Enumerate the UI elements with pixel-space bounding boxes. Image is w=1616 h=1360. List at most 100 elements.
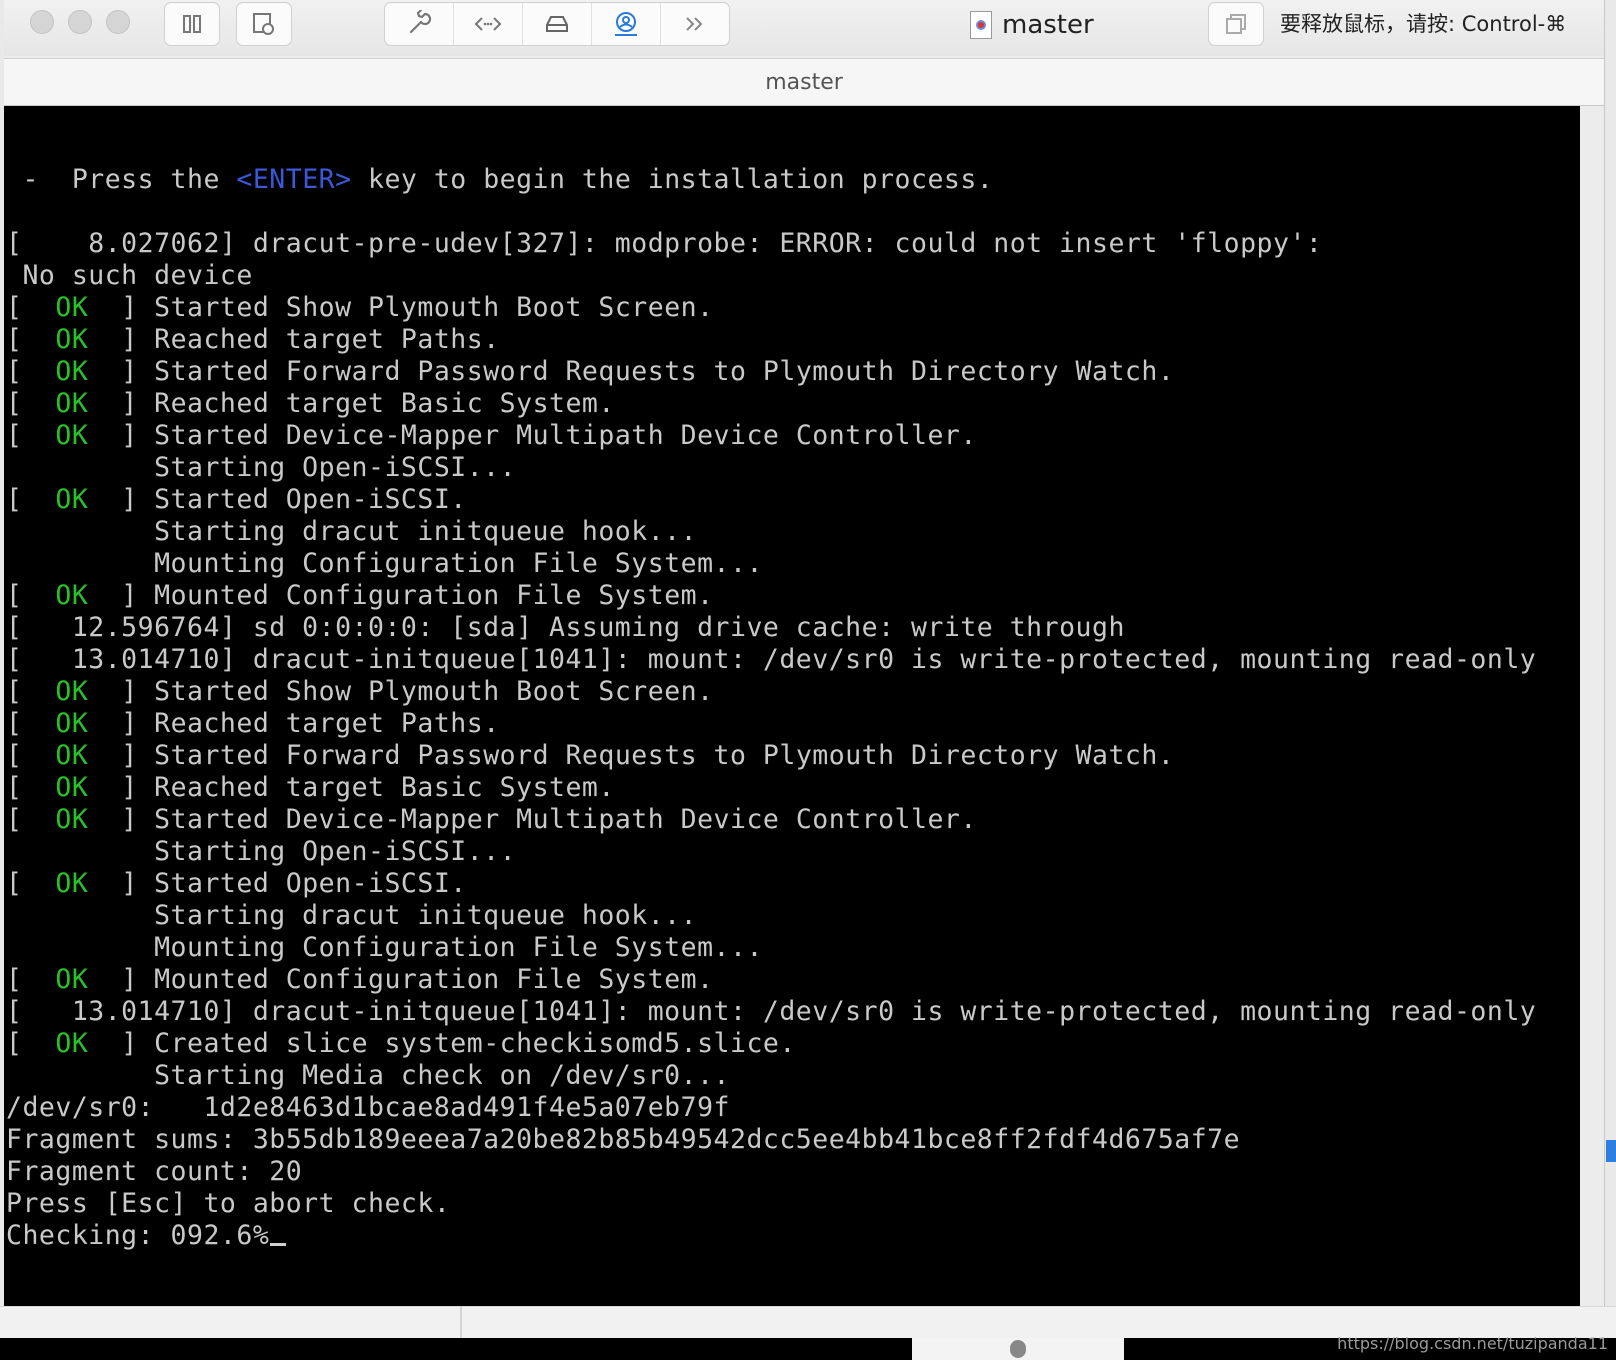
console-text: [: [6, 772, 56, 803]
status-ok: OK: [55, 356, 89, 387]
dock-knob: [1010, 1340, 1026, 1358]
status-ok: OK: [55, 420, 89, 451]
console-line: [ OK ] Started Forward Password Requests…: [6, 356, 1536, 388]
console-output: - Press the <ENTER> key to begin the ins…: [6, 164, 1536, 1252]
console-text: ] Reached target Basic System.: [88, 388, 615, 419]
console-text: ] Mounted Configuration File System.: [88, 580, 714, 611]
wrench-icon: [409, 10, 432, 34]
console-line: [ 13.014710] dracut-initqueue[1041]: mou…: [6, 644, 1536, 676]
code-button[interactable]: [454, 3, 523, 45]
window-toolbar: master 要释放鼠标，请按: Control-⌘: [4, 0, 1604, 56]
console-text: [: [6, 388, 56, 419]
user-button[interactable]: [592, 3, 661, 45]
window-title-text: master: [1002, 10, 1094, 40]
console-text: [: [6, 324, 56, 355]
console-line: [ OK ] Started Open-iSCSI.: [6, 868, 1536, 900]
fullscreen-button[interactable]: [1208, 2, 1264, 46]
console-text: Press [Esc] to abort check.: [6, 1188, 451, 1219]
drive-icon: [546, 16, 568, 32]
console-text: Starting Media check on /dev/sr0...: [6, 1060, 730, 1091]
console-line: Starting dracut initqueue hook...: [6, 900, 1536, 932]
console-text: [ 12.596764] sd 0:0:0:0: [sda] Assuming …: [6, 612, 1125, 643]
console-line: [ OK ] Reached target Basic System.: [6, 772, 1536, 804]
console-text: Starting dracut initqueue hook...: [6, 516, 698, 547]
console-text: Fragment count: 20: [6, 1156, 303, 1187]
console-text: [: [6, 484, 56, 515]
console-text: No such device: [6, 260, 253, 291]
status-ok: OK: [55, 740, 89, 771]
console-line: /dev/sr0: 1d2e8463d1bcae8ad491f4e5a07eb7…: [6, 1092, 1536, 1124]
console-line: [ OK ] Mounted Configuration File System…: [6, 964, 1536, 996]
console-text: [: [6, 292, 56, 323]
user-icon: [615, 12, 637, 36]
console-line: Starting Open-iSCSI...: [6, 836, 1536, 868]
console-text: Mounting Configuration File System...: [6, 932, 763, 963]
console-text: Fragment sums: 3b55db189eeea7a20be82b85b…: [6, 1124, 1241, 1155]
status-ok: OK: [55, 388, 89, 419]
console-text: [: [6, 420, 56, 451]
release-mouse-hint: 要释放鼠标，请按: Control-⌘: [1280, 12, 1567, 36]
console-line: Starting Media check on /dev/sr0...: [6, 1060, 1536, 1092]
drive-button[interactable]: [523, 3, 592, 45]
zoom-window-button[interactable]: [106, 10, 130, 34]
status-ok: OK: [55, 580, 89, 611]
more-button[interactable]: [661, 3, 729, 45]
status-ok: OK: [55, 1028, 89, 1059]
window-subtitle: master: [765, 69, 843, 95]
console-text: Starting Open-iSCSI...: [6, 836, 517, 867]
console-line: Fragment count: 20: [6, 1156, 1536, 1188]
status-ok: OK: [55, 484, 89, 515]
console-text: [: [6, 356, 56, 387]
console-text: [: [6, 580, 56, 611]
console-text: ] Created slice system-checkisomd5.slice…: [88, 1028, 796, 1059]
console-text: [: [6, 708, 56, 739]
vm-console[interactable]: - Press the <ENTER> key to begin the ins…: [4, 106, 1580, 1306]
console-line: [ OK ] Created slice system-checkisomd5.…: [6, 1028, 1536, 1060]
code-icon: [474, 17, 502, 31]
console-line: [ 8.027062] dracut-pre-udev[327]: modpro…: [6, 228, 1536, 260]
console-line: [ OK ] Started Device-Mapper Multipath D…: [6, 420, 1536, 452]
console-text: - Press the: [6, 164, 237, 195]
console-text: /dev/sr0: 1d2e8463d1bcae8ad491f4e5a07eb7…: [6, 1092, 730, 1123]
snapshot-icon: [253, 13, 274, 35]
watermark: https://blog.csdn.net/tuzipanda11: [1337, 1334, 1608, 1353]
close-window-button[interactable]: [30, 10, 54, 34]
console-line: [ 12.596764] sd 0:0:0:0: [sda] Assuming …: [6, 612, 1536, 644]
vm-window: master 要释放鼠标，请按: Control-⌘ master - Pres…: [4, 0, 1605, 1306]
more-icon: [686, 17, 703, 31]
console-text: [: [6, 868, 56, 899]
console-text: ] Started Forward Password Requests to P…: [88, 740, 1175, 771]
sidebar-toggle-icon: [183, 15, 201, 33]
console-text: key to begin the installation process.: [351, 164, 994, 195]
status-ok: OK: [55, 676, 89, 707]
background-divider: [460, 1306, 462, 1338]
status-ok: OK: [55, 868, 89, 899]
window-title: master: [970, 8, 1094, 42]
status-ok: OK: [55, 772, 89, 803]
snapshot-button[interactable]: [236, 2, 292, 46]
console-text: ] Reached target Paths.: [88, 708, 500, 739]
console-text: ] Started Show Plymouth Boot Screen.: [88, 676, 714, 707]
status-ok: OK: [55, 292, 89, 323]
console-line: Press [Esc] to abort check.: [6, 1188, 1536, 1220]
console-text: Mounting Configuration File System...: [6, 548, 763, 579]
console-line: - Press the <ENTER> key to begin the ins…: [6, 164, 1536, 196]
minimize-window-button[interactable]: [68, 10, 92, 34]
console-line: No such device: [6, 260, 1536, 292]
sidebar-toggle-button[interactable]: [164, 2, 220, 46]
console-line: [ OK ] Reached target Paths.: [6, 324, 1536, 356]
status-ok: OK: [55, 708, 89, 739]
console-text: ] Started Open-iSCSI.: [88, 868, 467, 899]
console-line: [ OK ] Reached target Basic System.: [6, 388, 1536, 420]
console-line: Mounting Configuration File System...: [6, 932, 1536, 964]
settings-button[interactable]: [385, 3, 454, 45]
console-text: [ 8.027062] dracut-pre-udev[327]: modpro…: [6, 228, 1323, 259]
console-text: [: [6, 1028, 56, 1059]
console-cursor: [270, 1243, 287, 1246]
vm-controls-group: [384, 2, 730, 46]
console-text: Checking: 092.6%: [6, 1220, 270, 1251]
console-line: [ OK ] Reached target Paths.: [6, 708, 1536, 740]
console-text: Starting Open-iSCSI...: [6, 452, 517, 483]
console-line: Fragment sums: 3b55db189eeea7a20be82b85b…: [6, 1124, 1536, 1156]
status-ok: OK: [55, 324, 89, 355]
